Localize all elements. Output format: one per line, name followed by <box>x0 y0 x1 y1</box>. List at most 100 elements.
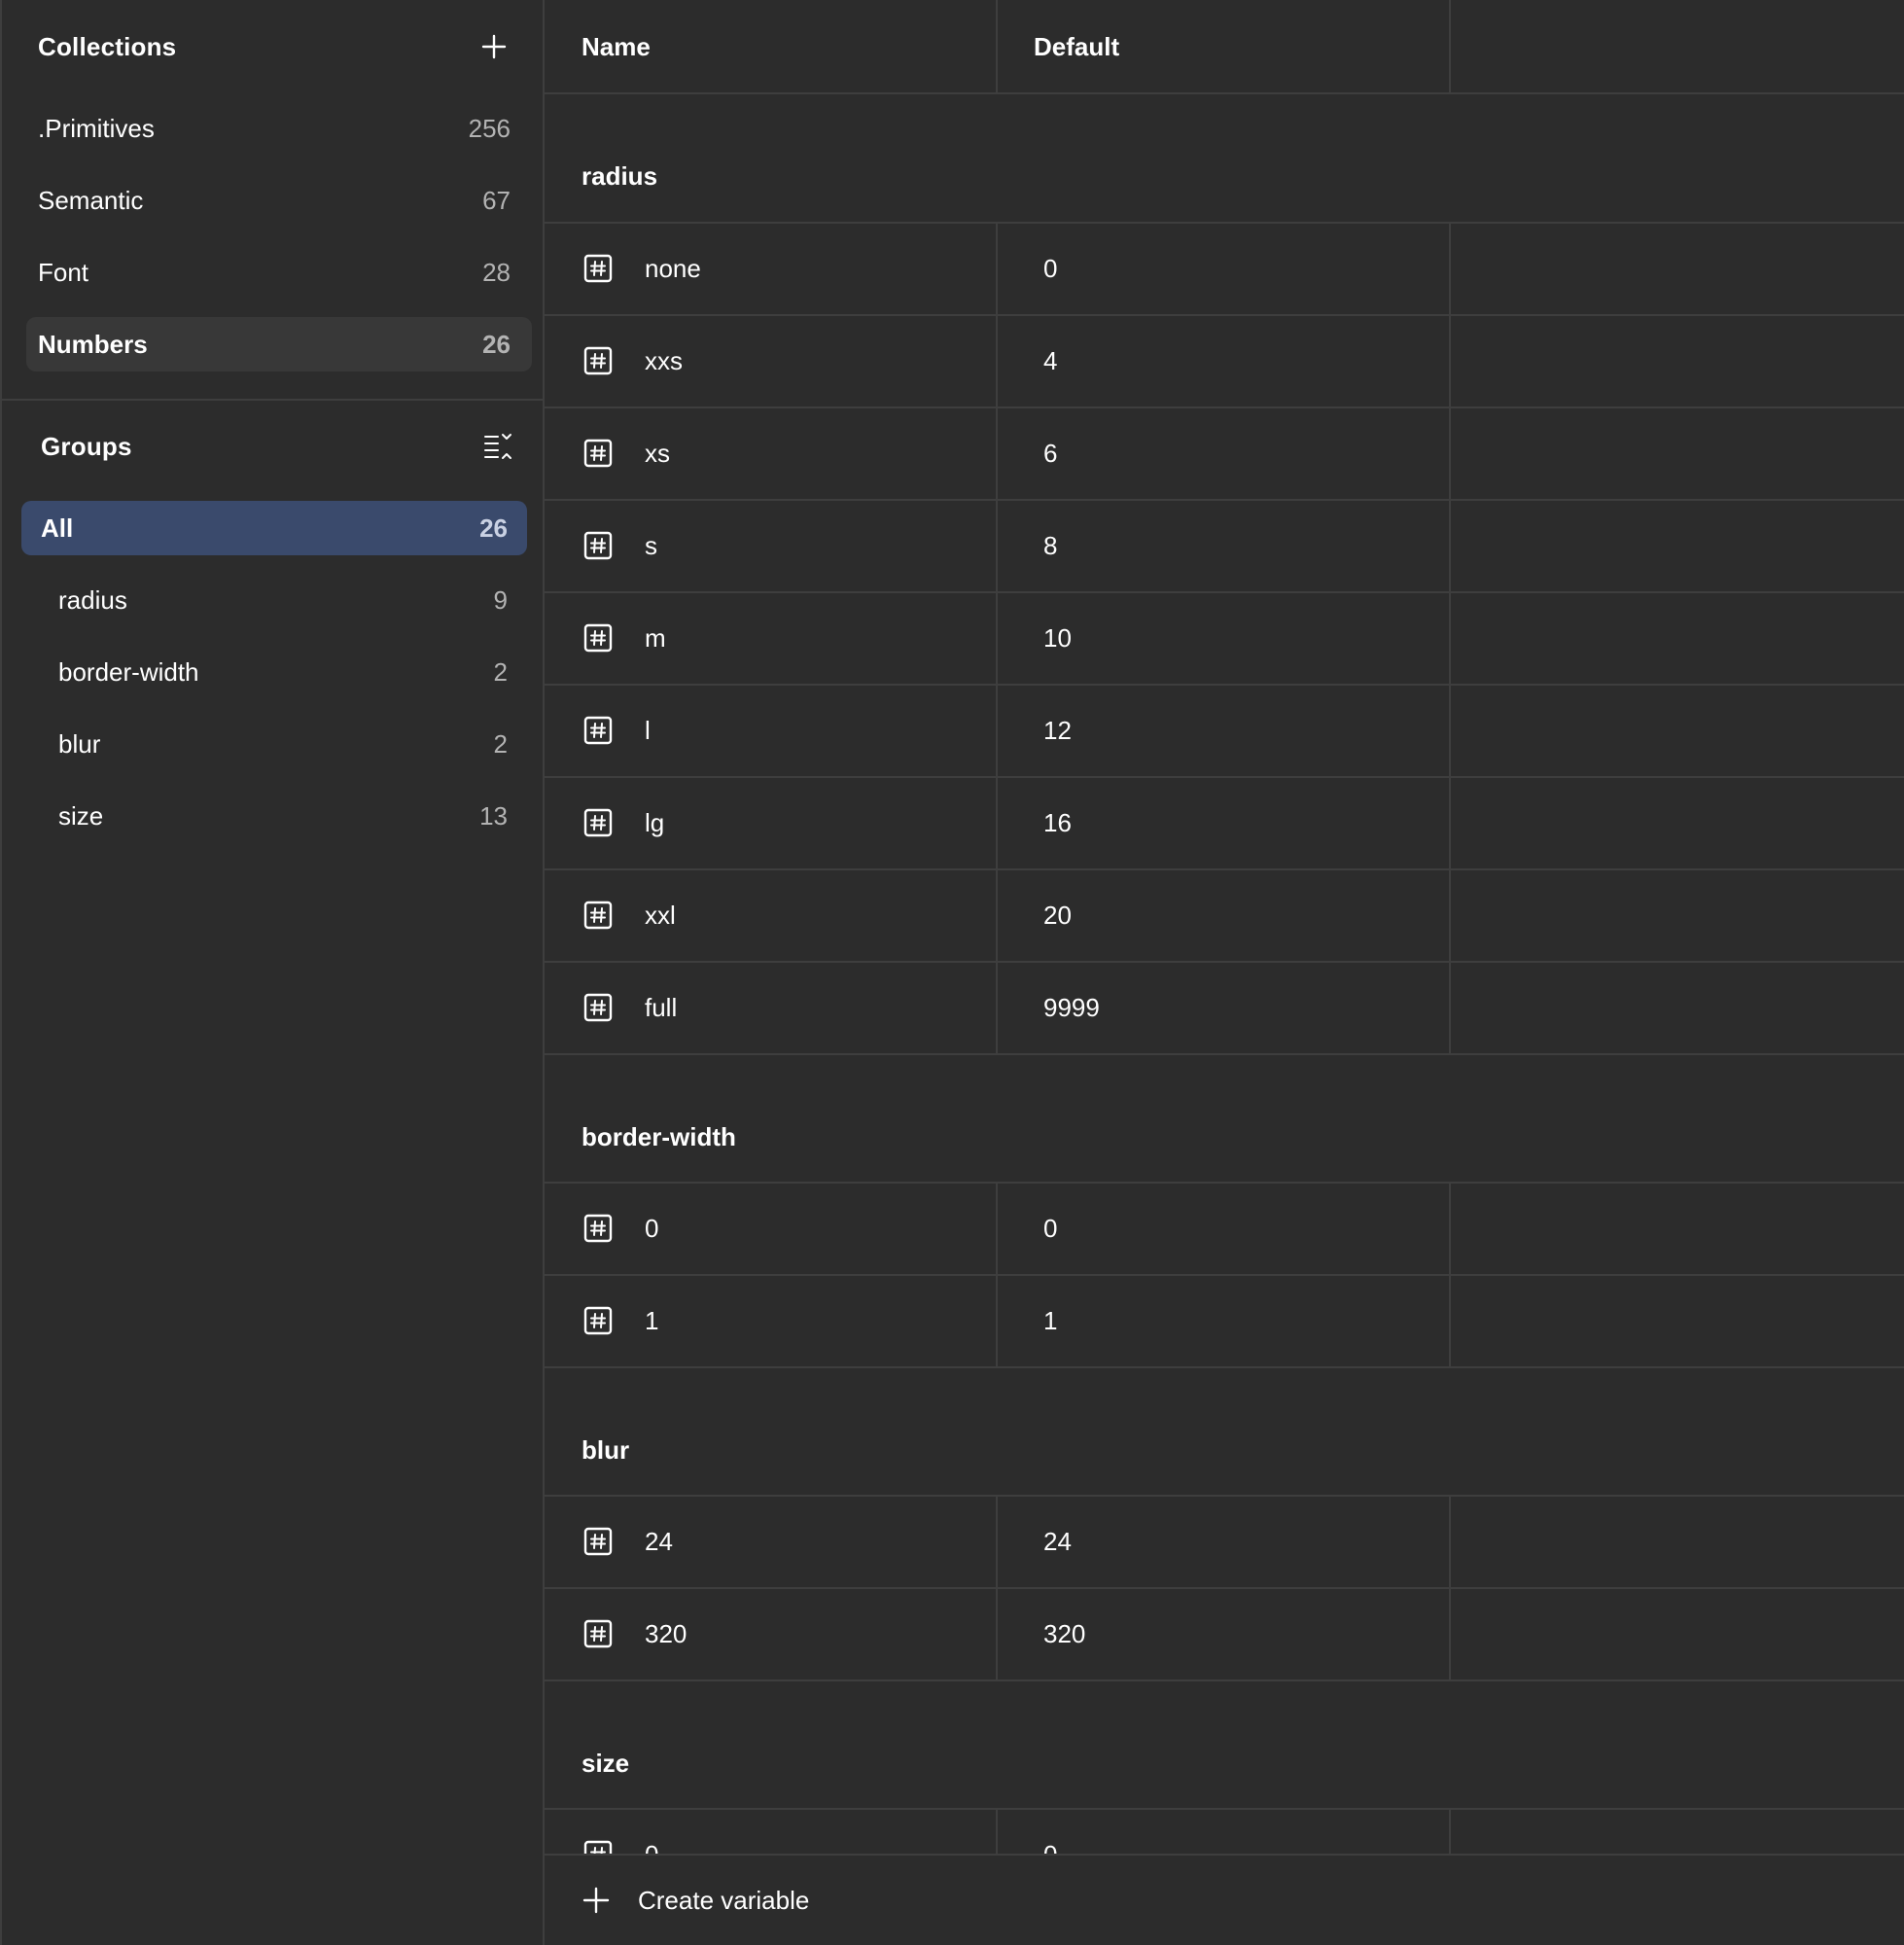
column-divider <box>996 1495 998 1680</box>
variable-name: none <box>645 254 701 283</box>
variable-value[interactable]: 0 <box>1043 223 1057 315</box>
variable-value[interactable]: 24 <box>1043 1496 1072 1588</box>
collection-count: 67 <box>482 185 511 215</box>
group-item-blur[interactable]: blur 2 <box>21 717 527 771</box>
collection-label: Font <box>38 257 89 287</box>
number-variable-icon <box>583 716 613 745</box>
group-item-border-width[interactable]: border-width 2 <box>21 645 527 699</box>
collection-label: Numbers <box>38 329 148 359</box>
groups-title: Groups <box>41 431 132 461</box>
groups-header: Groups <box>2 400 545 493</box>
variable-name: xs <box>645 439 670 468</box>
collections-header: Collections <box>2 0 545 93</box>
number-variable-icon <box>583 1619 613 1648</box>
collapse-groups-button[interactable] <box>480 429 515 464</box>
table-row[interactable]: 320 320 <box>545 1588 1904 1680</box>
column-header-name[interactable]: Name <box>582 0 651 93</box>
row-divider <box>545 407 1904 408</box>
group-item-size[interactable]: size 13 <box>21 789 527 843</box>
row-divider <box>545 1366 1904 1368</box>
collection-item-font[interactable]: Font 28 <box>26 245 532 300</box>
variable-value[interactable]: 10 <box>1043 592 1072 685</box>
variable-name: 24 <box>645 1527 673 1556</box>
table-row[interactable]: 24 24 <box>545 1496 1904 1588</box>
group-item-all[interactable]: All 26 <box>21 501 527 555</box>
variable-value[interactable]: 0 <box>1043 1183 1057 1275</box>
column-divider <box>1449 1182 1451 1367</box>
table-row[interactable]: xxs 4 <box>545 315 1904 407</box>
row-divider <box>545 684 1904 686</box>
group-title-size: size <box>582 1749 630 1778</box>
column-divider <box>996 1808 998 1854</box>
variable-value[interactable]: 12 <box>1043 685 1072 777</box>
group-label: radius <box>58 584 127 615</box>
column-header-default[interactable]: Default <box>1034 0 1119 93</box>
number-variable-icon <box>583 346 613 375</box>
variable-name: full <box>645 993 678 1022</box>
list-collapse-icon <box>484 434 511 459</box>
variable-value[interactable]: 20 <box>1043 869 1072 962</box>
table-scroll-area[interactable]: Name Default radius none 0 xxs 4 xs 6 s … <box>545 0 1904 1854</box>
variable-name: 1 <box>645 1306 659 1335</box>
number-variable-icon <box>583 439 613 468</box>
variable-value[interactable]: 16 <box>1043 777 1072 869</box>
table-row[interactable]: xxl 20 <box>545 869 1904 962</box>
collection-label: Semantic <box>38 185 144 215</box>
row-divider <box>545 1587 1904 1589</box>
collection-count: 28 <box>482 257 511 287</box>
collection-item-numbers[interactable]: Numbers 26 <box>26 317 532 371</box>
number-variable-icon <box>583 1306 613 1335</box>
table-row[interactable]: 1 1 <box>545 1275 1904 1367</box>
variable-name: 320 <box>645 1619 688 1648</box>
group-title-radius: radius <box>582 161 658 191</box>
variable-value[interactable]: 8 <box>1043 500 1057 592</box>
variable-name: 0 <box>645 1809 658 1854</box>
group-label: blur <box>58 728 101 759</box>
group-count: 26 <box>479 513 508 543</box>
table-row[interactable]: none 0 <box>545 223 1904 315</box>
row-divider <box>545 499 1904 501</box>
create-variable-button[interactable]: Create variable <box>545 1854 1904 1945</box>
row-divider <box>545 961 1904 963</box>
group-count: 13 <box>479 800 508 831</box>
add-collection-button[interactable] <box>476 29 511 64</box>
sidebar: Collections .Primitives 256 Semantic 67 … <box>0 0 545 1945</box>
row-divider <box>545 1053 1904 1055</box>
variable-value[interactable]: 4 <box>1043 315 1057 407</box>
collection-item-semantic[interactable]: Semantic 67 <box>26 173 532 228</box>
table-row[interactable]: 0 0 <box>545 1183 1904 1275</box>
variable-value[interactable]: 9999 <box>1043 962 1100 1054</box>
table-row[interactable]: m 10 <box>545 592 1904 685</box>
number-variable-icon <box>583 1214 613 1243</box>
table-row[interactable]: lg 16 <box>545 777 1904 869</box>
table-row[interactable]: l 12 <box>545 685 1904 777</box>
variable-name: l <box>645 716 651 745</box>
variable-value[interactable]: 320 <box>1043 1588 1085 1680</box>
variable-name: lg <box>645 808 665 837</box>
table-row[interactable]: s 8 <box>545 500 1904 592</box>
variable-name: s <box>645 531 657 560</box>
variable-value[interactable]: 6 <box>1043 407 1057 500</box>
group-label: All <box>41 513 74 543</box>
collection-item-primitives[interactable]: .Primitives 256 <box>26 101 532 156</box>
group-label: border-width <box>58 656 199 687</box>
table-row[interactable]: xs 6 <box>545 407 1904 500</box>
row-divider <box>545 776 1904 778</box>
column-divider <box>1449 1495 1451 1680</box>
table-row[interactable]: full 9999 <box>545 962 1904 1054</box>
table-row[interactable]: 0 0 <box>545 1809 1904 1854</box>
group-count: 2 <box>493 728 508 759</box>
variable-value[interactable]: 0 <box>1043 1809 1057 1854</box>
column-divider <box>996 222 998 1054</box>
variable-value[interactable]: 1 <box>1043 1275 1057 1367</box>
row-divider <box>545 1274 1904 1276</box>
collection-label: .Primitives <box>38 113 155 143</box>
row-divider <box>545 1680 1904 1681</box>
column-divider <box>1449 0 1451 93</box>
column-divider <box>996 0 998 93</box>
number-variable-icon <box>583 254 613 283</box>
group-title-border-width: border-width <box>582 1122 736 1151</box>
row-divider <box>545 868 1904 870</box>
group-item-radius[interactable]: radius 9 <box>21 573 527 627</box>
collection-count: 26 <box>482 329 511 359</box>
